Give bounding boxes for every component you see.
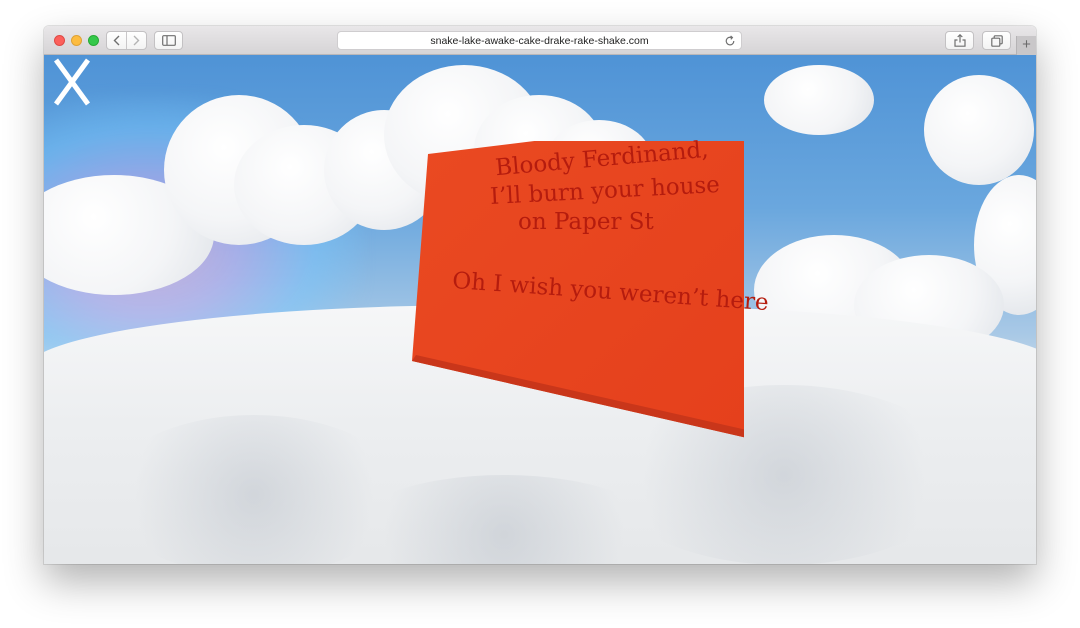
address-bar[interactable]: snake-lake-awake-cake-drake-rake-shake.c… — [337, 31, 742, 50]
share-icon — [953, 34, 966, 47]
share-button[interactable] — [945, 31, 974, 50]
sidebar-icon — [161, 35, 176, 46]
chevron-left-icon — [113, 35, 120, 46]
url-text: snake-lake-awake-cake-drake-rake-shake.c… — [430, 35, 649, 47]
sidebar-toggle-button[interactable] — [154, 31, 183, 50]
new-tab-button[interactable]: + — [1016, 36, 1036, 55]
card-line-3: on Paper St — [518, 209, 654, 235]
tab-overview-button[interactable] — [982, 31, 1011, 50]
maximize-window-button[interactable] — [88, 35, 99, 46]
reload-icon[interactable] — [724, 35, 736, 47]
site-logo-x[interactable] — [52, 58, 92, 106]
back-button[interactable] — [107, 32, 126, 49]
browser-toolbar: snake-lake-awake-cake-drake-rake-shake.c… — [44, 26, 1036, 55]
floating-card: Bloody Ferdinand, I’ll burn your house o… — [384, 137, 769, 501]
navigation-buttons — [106, 31, 147, 50]
tabs-overview-icon — [990, 34, 1003, 47]
page-content: Bloody Ferdinand, I’ll burn your house o… — [44, 55, 1036, 564]
close-window-button[interactable] — [54, 35, 65, 46]
chevron-right-icon — [133, 35, 140, 46]
forward-button[interactable] — [127, 32, 146, 49]
minimize-window-button[interactable] — [71, 35, 82, 46]
browser-window: snake-lake-awake-cake-drake-rake-shake.c… — [44, 26, 1036, 564]
